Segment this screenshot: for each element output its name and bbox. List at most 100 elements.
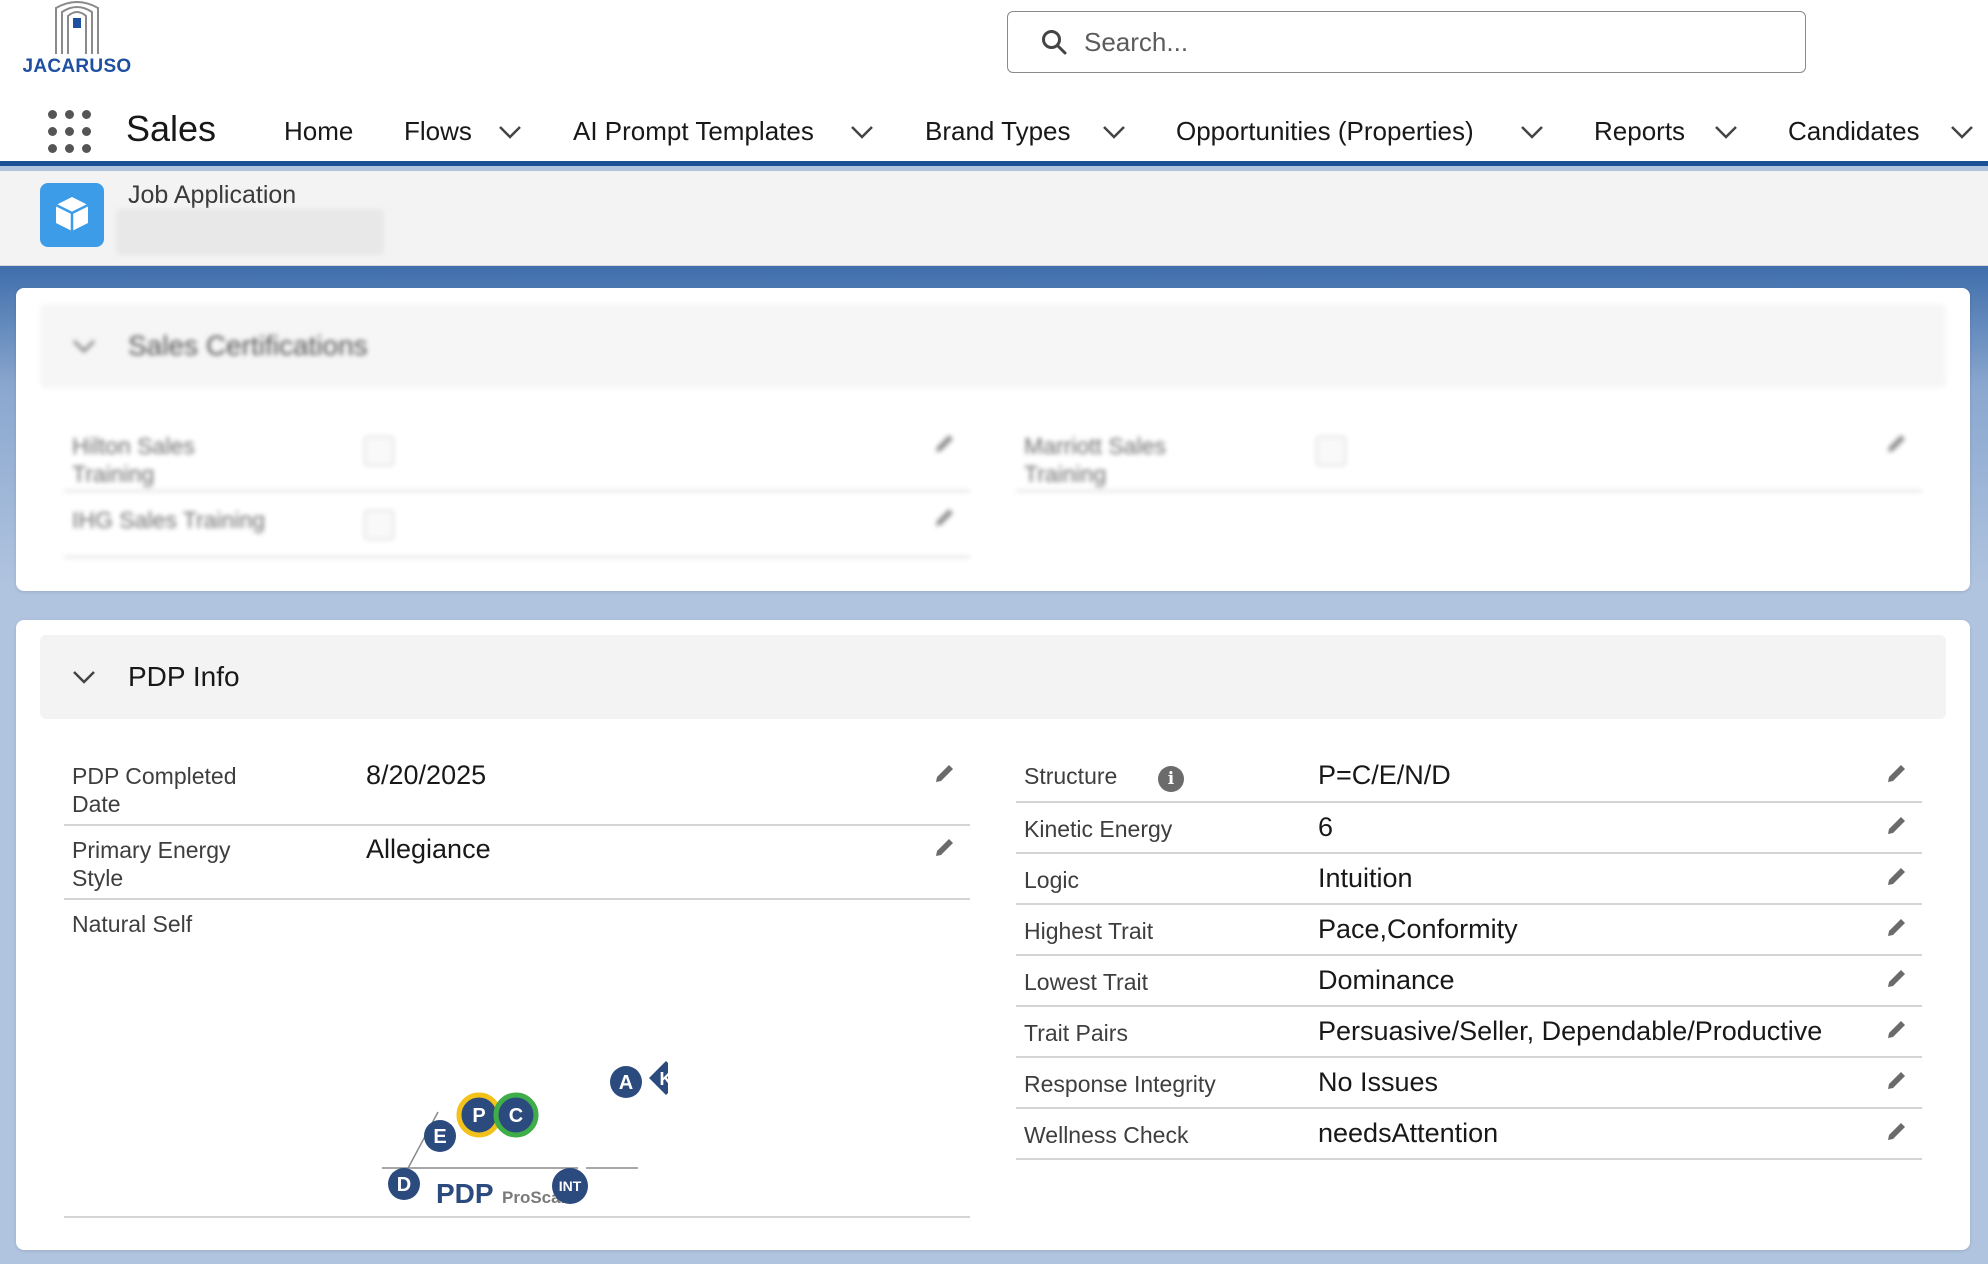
pencil-icon[interactable]: [1884, 760, 1910, 786]
nav-item-opportunities[interactable]: Opportunities (Properties): [1176, 116, 1474, 147]
field-value-lowest-trait: Dominance: [1318, 965, 1455, 995]
brand-types-chevron-down-icon[interactable]: [1100, 120, 1128, 144]
field-value-primary-energy-style: Allegiance: [366, 834, 491, 864]
logo-arch-icon: [55, 1, 99, 54]
divider: [64, 490, 970, 492]
divider: [64, 556, 970, 558]
flows-chevron-down-icon[interactable]: [496, 120, 524, 144]
field-value-trait-pairs: Persuasive/Seller, Dependable/Productive: [1318, 1016, 1823, 1046]
field-label-natural-self: Natural Self: [72, 911, 193, 937]
nav-item-ai-prompt-templates[interactable]: AI Prompt Templates: [573, 116, 814, 147]
divider: [1016, 954, 1922, 956]
field-value-response-integrity: No Issues: [1318, 1067, 1439, 1097]
divider: [1016, 801, 1922, 803]
divider: [64, 824, 970, 826]
divider: [1016, 852, 1922, 854]
hilton-checkbox[interactable]: [364, 436, 394, 466]
field-label-structure: Structure: [1024, 763, 1118, 789]
field-label-primary-energy-style: Primary Energy Style: [72, 837, 231, 891]
pencil-icon[interactable]: [1884, 812, 1910, 838]
search-icon: [1042, 30, 1067, 55]
divider: [1016, 903, 1922, 905]
logo-text: JACARUSO: [22, 56, 132, 77]
field-label-hilton: Hilton Sales Training: [72, 433, 195, 487]
field-label-trait-pairs: Trait Pairs: [1024, 1020, 1128, 1046]
field-value-logic: Intuition: [1318, 863, 1413, 893]
chevron-down-icon: [73, 671, 95, 684]
divider: [1016, 1107, 1922, 1109]
svg-text:D: D: [397, 1174, 411, 1196]
pencil-icon[interactable]: [1884, 1067, 1910, 1093]
navigation-bar: Sales Home Flows AI Prompt Templates Bra…: [0, 100, 1988, 166]
svg-text:K: K: [660, 1069, 669, 1089]
divider: [1016, 1005, 1922, 1007]
marker-k: K: [649, 1061, 668, 1095]
divider: [1016, 490, 1922, 492]
nav-item-flows[interactable]: Flows: [404, 116, 472, 147]
pencil-icon[interactable]: [932, 834, 958, 860]
pencil-icon[interactable]: [1884, 965, 1910, 991]
nav-item-candidates[interactable]: Candidates: [1788, 116, 1920, 147]
record-object-type: Job Application: [128, 181, 297, 209]
pdp-info-header[interactable]: PDP Info: [40, 635, 1946, 719]
app-launcher-icon[interactable]: [46, 106, 94, 154]
marriott-checkbox[interactable]: [1316, 436, 1346, 466]
ai-prompt-templates-chevron-down-icon[interactable]: [848, 120, 876, 144]
divider: [1016, 1158, 1922, 1160]
record-header: Job Application: [0, 171, 1988, 266]
nav-item-reports[interactable]: Reports: [1594, 116, 1685, 147]
pdp-proscan-logo: PDP ProScan INT: [436, 1168, 616, 1228]
field-label-highest-trait: Highest Trait: [1024, 918, 1154, 944]
nav-item-brand-types[interactable]: Brand Types: [925, 116, 1071, 147]
record-name-redacted: [116, 209, 384, 255]
svg-text:P: P: [472, 1105, 485, 1127]
sales-certifications-header[interactable]: Sales Certifications: [40, 304, 1946, 388]
divider: [64, 898, 970, 900]
reports-chevron-down-icon[interactable]: [1712, 120, 1740, 144]
company-logo[interactable]: JACARUSO: [18, 0, 138, 84]
opportunities-chevron-down-icon[interactable]: [1518, 120, 1546, 144]
field-value-kinetic-energy: 6: [1318, 812, 1334, 842]
marker-d: D: [388, 1168, 420, 1200]
global-header: JACARUSO: [0, 0, 1988, 100]
int-badge: INT: [552, 1168, 588, 1204]
global-search[interactable]: [1007, 11, 1806, 73]
field-label-lowest-trait: Lowest Trait: [1024, 969, 1148, 995]
field-label-marriott: Marriott Sales Training: [1024, 433, 1166, 487]
field-label-response-integrity: Response Integrity: [1024, 1071, 1216, 1097]
pencil-icon[interactable]: [1884, 914, 1910, 940]
field-label-logic: Logic: [1024, 867, 1079, 893]
marker-c: C: [493, 1092, 539, 1138]
ihg-checkbox[interactable]: [364, 510, 394, 540]
pencil-icon[interactable]: [1884, 863, 1910, 889]
search-input[interactable]: [1084, 26, 1764, 58]
svg-text:A: A: [619, 1072, 633, 1094]
field-label-kinetic-energy: Kinetic Energy: [1024, 816, 1173, 842]
divider: [64, 1216, 970, 1218]
pencil-icon[interactable]: [932, 430, 958, 456]
chevron-down-icon: [73, 340, 95, 353]
sales-certifications-card: Sales Certifications Hilton Sales Traini…: [16, 288, 1970, 591]
info-icon[interactable]: i: [1158, 766, 1184, 792]
field-value-highest-trait: Pace,Conformity: [1318, 914, 1518, 944]
field-label-ihg: IHG Sales Training: [72, 507, 266, 533]
candidates-chevron-down-icon[interactable]: [1948, 120, 1976, 144]
nav-item-home[interactable]: Home: [284, 116, 353, 147]
field-label-wellness-check: Wellness Check: [1024, 1122, 1189, 1148]
pencil-icon[interactable]: [1884, 1016, 1910, 1042]
marker-e: E: [424, 1120, 456, 1152]
field-label-pdp-completed-date: PDP Completed Date: [72, 763, 237, 817]
field-value-wellness-check: needsAttention: [1318, 1118, 1499, 1148]
svg-text:E: E: [433, 1126, 446, 1148]
pencil-icon[interactable]: [1884, 1118, 1910, 1144]
marker-p: P: [456, 1092, 502, 1138]
section-title: PDP Info: [128, 661, 240, 692]
job-application-icon: [40, 183, 104, 247]
marker-a: A: [610, 1066, 642, 1098]
section-title: Sales Certifications: [128, 330, 368, 361]
field-value-pdp-completed-date: 8/20/2025: [366, 760, 487, 790]
pencil-icon[interactable]: [932, 760, 958, 786]
pencil-icon[interactable]: [1884, 430, 1910, 456]
pencil-icon[interactable]: [932, 504, 958, 530]
svg-text:C: C: [509, 1105, 523, 1127]
